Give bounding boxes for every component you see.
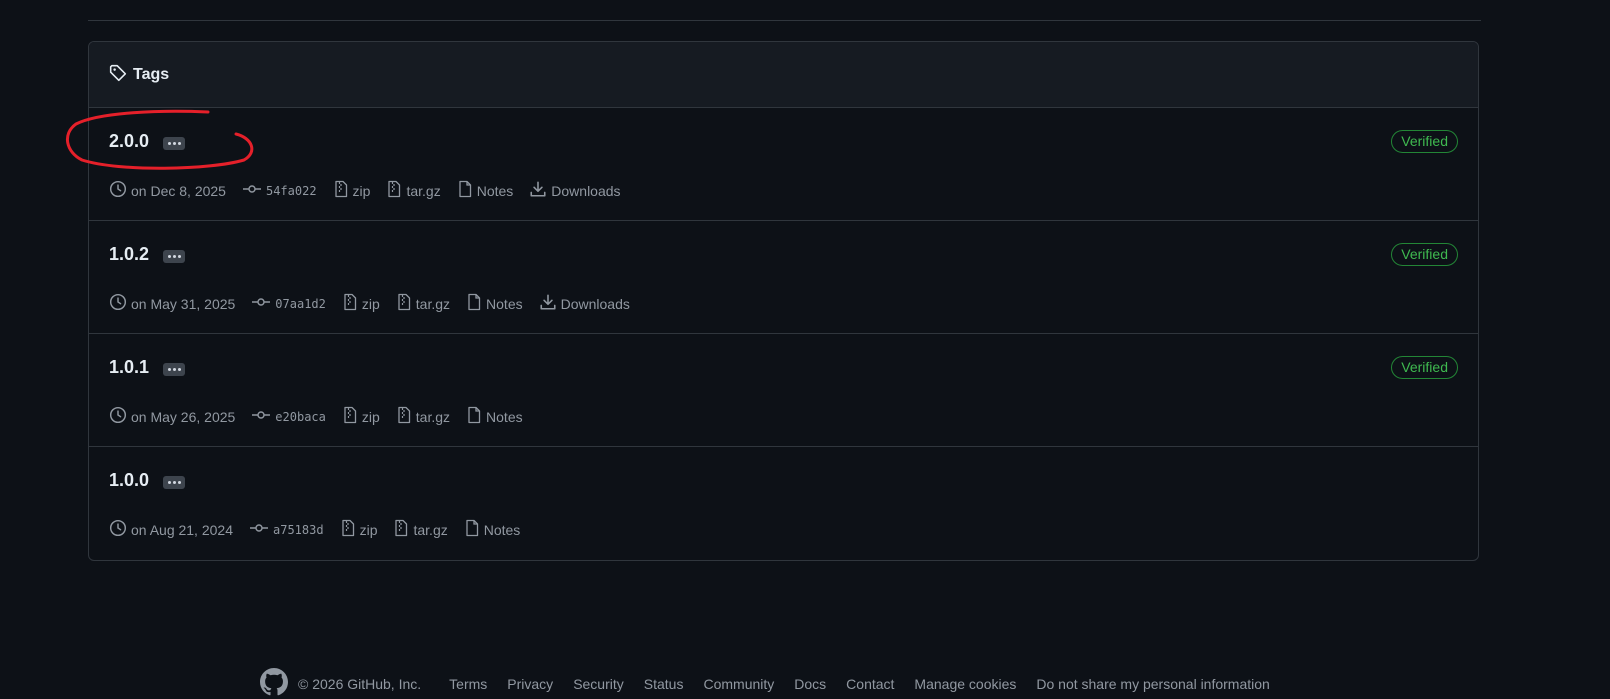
commit-icon bbox=[249, 520, 273, 539]
footer-link-terms[interactable]: Terms bbox=[449, 676, 487, 692]
expand-details-button[interactable] bbox=[163, 363, 186, 376]
tag-icon bbox=[109, 64, 127, 85]
tag-meta: on Dec 8, 2025 54fa022 zip tar.gz Notes … bbox=[109, 180, 637, 201]
expand-details-button[interactable] bbox=[163, 476, 186, 489]
tag-meta: on Aug 21, 2024 a75183d zip tar.gz Notes bbox=[109, 519, 536, 540]
targz-download-link[interactable]: tar.gz bbox=[396, 293, 450, 314]
tag-row: 1.0.1 Verified on May 26, 2025 e20baca z… bbox=[89, 334, 1478, 447]
clock-icon bbox=[109, 293, 131, 314]
zip-download-link[interactable]: zip bbox=[340, 519, 377, 540]
file-icon bbox=[457, 180, 477, 201]
file-zip-icon bbox=[342, 406, 362, 427]
download-icon bbox=[529, 180, 551, 201]
targz-download-link[interactable]: tar.gz bbox=[386, 180, 441, 201]
tag-name-link[interactable]: 1.0.2 bbox=[109, 244, 149, 265]
top-divider bbox=[88, 20, 1481, 21]
footer-link-status[interactable]: Status bbox=[644, 676, 684, 692]
file-zip-icon bbox=[393, 519, 413, 540]
tag-name-link[interactable]: 2.0.0 bbox=[109, 131, 149, 152]
notes-link[interactable]: Notes bbox=[466, 406, 523, 427]
tag-row: 2.0.0 Verified on Dec 8, 2025 54fa022 zi… bbox=[89, 108, 1478, 221]
file-icon bbox=[464, 519, 484, 540]
zip-download-link[interactable]: zip bbox=[342, 406, 380, 427]
tags-header: Tags bbox=[89, 42, 1478, 108]
tags-title: Tags bbox=[133, 65, 170, 83]
copyright-text: © 2026 GitHub, Inc. bbox=[298, 675, 422, 692]
commit-link[interactable]: a75183d bbox=[249, 520, 324, 539]
tag-date: on May 31, 2025 bbox=[109, 293, 235, 314]
tag-row: 1.0.2 Verified on May 31, 2025 07aa1d2 z… bbox=[89, 221, 1478, 334]
commit-icon bbox=[242, 181, 266, 200]
file-icon bbox=[466, 293, 486, 314]
download-icon bbox=[539, 293, 561, 314]
file-zip-icon bbox=[396, 406, 416, 427]
tag-row: 1.0.0 on Aug 21, 2024 a75183d zip tar.gz bbox=[89, 447, 1478, 560]
file-zip-icon bbox=[333, 180, 353, 201]
file-icon bbox=[466, 406, 486, 427]
file-zip-icon bbox=[386, 180, 406, 201]
footer-link-manage-cookies[interactable]: Manage cookies bbox=[914, 676, 1016, 692]
targz-download-link[interactable]: tar.gz bbox=[396, 406, 450, 427]
clock-icon bbox=[109, 406, 131, 427]
verified-badge[interactable]: Verified bbox=[1391, 130, 1458, 153]
downloads-link[interactable]: Downloads bbox=[529, 180, 621, 201]
verified-badge[interactable]: Verified bbox=[1391, 243, 1458, 266]
footer-link-contact[interactable]: Contact bbox=[846, 676, 894, 692]
zip-download-link[interactable]: zip bbox=[342, 293, 380, 314]
commit-link[interactable]: e20baca bbox=[251, 407, 326, 426]
footer: © 2026 GitHub, Inc. Terms Privacy Securi… bbox=[260, 668, 1270, 699]
tag-date: on Dec 8, 2025 bbox=[109, 180, 226, 201]
zip-download-link[interactable]: zip bbox=[333, 180, 370, 201]
tag-meta: on May 26, 2025 e20baca zip tar.gz Notes bbox=[109, 406, 539, 427]
tag-name-link[interactable]: 1.0.1 bbox=[109, 357, 149, 378]
tag-meta: on May 31, 2025 07aa1d2 zip tar.gz Notes… bbox=[109, 293, 646, 314]
notes-link[interactable]: Notes bbox=[457, 180, 513, 201]
file-zip-icon bbox=[396, 293, 416, 314]
commit-icon bbox=[251, 407, 275, 426]
footer-link-do-not-share[interactable]: Do not share my personal information bbox=[1036, 676, 1269, 692]
tag-date: on May 26, 2025 bbox=[109, 406, 235, 427]
footer-link-privacy[interactable]: Privacy bbox=[507, 676, 553, 692]
footer-link-security[interactable]: Security bbox=[573, 676, 624, 692]
commit-link[interactable]: 07aa1d2 bbox=[251, 294, 326, 313]
footer-link-docs[interactable]: Docs bbox=[794, 676, 826, 692]
github-logo-icon[interactable] bbox=[260, 668, 288, 699]
clock-icon bbox=[109, 519, 131, 540]
expand-details-button[interactable] bbox=[163, 250, 186, 263]
targz-download-link[interactable]: tar.gz bbox=[393, 519, 448, 540]
expand-details-button[interactable] bbox=[163, 137, 186, 150]
commit-link[interactable]: 54fa022 bbox=[242, 181, 317, 200]
file-zip-icon bbox=[340, 519, 360, 540]
tag-date: on Aug 21, 2024 bbox=[109, 519, 233, 540]
footer-link-community[interactable]: Community bbox=[703, 676, 774, 692]
downloads-link[interactable]: Downloads bbox=[539, 293, 630, 314]
tags-box: Tags 2.0.0 Verified on Dec 8, 2025 54fa0… bbox=[88, 41, 1479, 561]
clock-icon bbox=[109, 180, 131, 201]
commit-icon bbox=[251, 294, 275, 313]
file-zip-icon bbox=[342, 293, 362, 314]
tag-name-link[interactable]: 1.0.0 bbox=[109, 470, 149, 491]
notes-link[interactable]: Notes bbox=[466, 293, 523, 314]
verified-badge[interactable]: Verified bbox=[1391, 356, 1458, 379]
notes-link[interactable]: Notes bbox=[464, 519, 520, 540]
